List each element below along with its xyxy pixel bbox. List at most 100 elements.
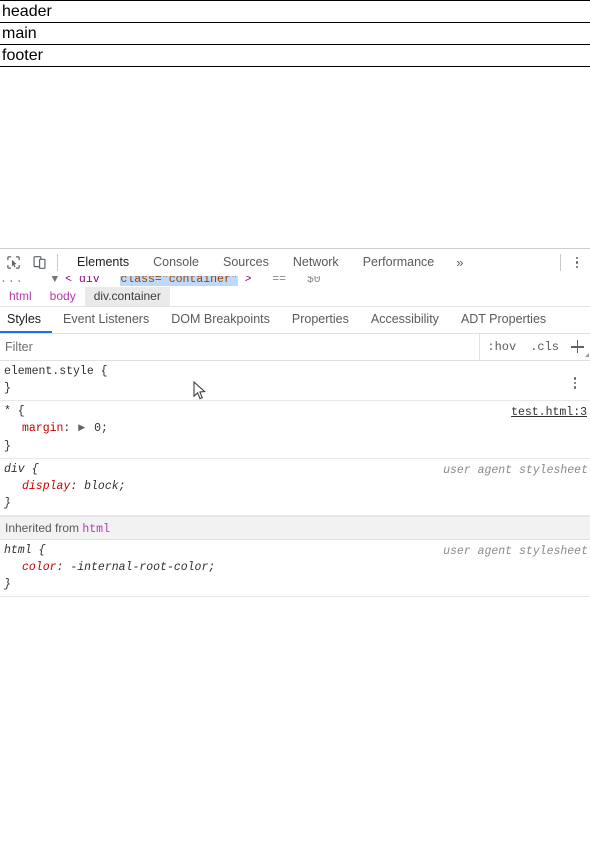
tab-accessibility[interactable]: Accessibility <box>360 307 450 333</box>
page-row-header: header <box>0 0 590 23</box>
page-row-main: main <box>0 22 590 45</box>
stylesheet-origin-label: user agent stylesheet <box>443 545 588 558</box>
tab-properties[interactable]: Properties <box>281 307 360 333</box>
rule-selector: * { <box>4 405 25 418</box>
panel-tab-list: Elements Console Sources Network Perform… <box>65 249 555 276</box>
rule-div-user-agent[interactable]: div { display: block; } user agent style… <box>0 459 590 516</box>
cls-label: .cls <box>530 340 559 354</box>
breadcrumb-item-div-container[interactable]: div.container <box>84 287 170 306</box>
tab-network[interactable]: Network <box>281 249 351 276</box>
dom-attr-value: "container" <box>161 276 238 286</box>
rule-selector: element.style { <box>4 365 108 378</box>
new-style-rule-button[interactable] <box>566 334 590 360</box>
property-value[interactable]: -internal-root-color; <box>70 561 215 574</box>
toggle-hover-state-button[interactable]: :hov <box>480 334 523 360</box>
vertical-dots-icon[interactable] <box>568 253 586 273</box>
expand-shorthand-icon[interactable]: ▶ <box>78 420 85 437</box>
stylesheet-origin-label: user agent stylesheet <box>443 464 588 477</box>
tab-label: Console <box>153 255 199 269</box>
inspect-cursor-icon <box>6 255 21 270</box>
property-name: margin <box>22 422 64 435</box>
tab-styles[interactable]: Styles <box>0 307 53 333</box>
property-colon: : <box>70 480 78 493</box>
breadcrumb-label: div.container <box>93 289 161 303</box>
rule-selector: div { <box>4 463 39 476</box>
page-viewport: header main footer <box>0 0 590 248</box>
declaration-color[interactable]: color: -internal-root-color; <box>0 559 590 576</box>
dropdown-triangle-icon <box>585 353 589 357</box>
rule-overflow-menu[interactable] <box>566 373 584 393</box>
rule-close-brace: } <box>4 497 11 510</box>
breadcrumb: html body div.container <box>0 287 590 307</box>
rule-selector-line[interactable]: * { <box>0 403 590 420</box>
property-colon: : <box>56 561 64 574</box>
styles-filter-bar: :hov .cls <box>0 333 590 361</box>
inherited-tag-name: html <box>82 523 110 536</box>
filter-input[interactable] <box>0 336 480 358</box>
toolbar-divider <box>57 254 58 271</box>
tab-label: Styles <box>7 312 42 326</box>
dom-tree-clipped-row[interactable]: ... ▼ < div class="container" > == $0 <box>0 276 590 287</box>
dom-open-angle: < <box>65 276 73 286</box>
rule-selector-line[interactable]: element.style { <box>0 363 590 380</box>
devtools-toolbar: Elements Console Sources Network Perform… <box>0 249 590 276</box>
dom-close-angle: > <box>244 276 252 286</box>
tab-label: Properties <box>291 312 349 326</box>
device-toolbar-icon <box>32 255 47 270</box>
declaration-display[interactable]: display: block; <box>0 478 590 495</box>
dom-ellipsis: ... <box>0 276 24 286</box>
tab-event-listeners[interactable]: Event Listeners <box>52 307 160 333</box>
rule-close-brace: } <box>4 440 11 453</box>
stylesheet-origin-link[interactable]: test.html:3 <box>511 404 587 421</box>
tab-label: Event Listeners <box>63 312 150 326</box>
tab-label: Network <box>292 255 339 269</box>
vertical-dots-icon <box>566 373 584 393</box>
inspect-element-button[interactable] <box>0 250 26 275</box>
dom-tag-name: div <box>78 276 100 286</box>
toggle-class-editor-button[interactable]: .cls <box>523 334 566 360</box>
inherited-section-header: Inherited from html <box>0 516 590 540</box>
dom-equals: == <box>272 276 287 286</box>
dom-console-ref: $0 <box>306 276 321 286</box>
rule-selector: html { <box>4 544 46 557</box>
toolbar-right-group <box>555 253 590 273</box>
rule-universal[interactable]: * { margin: ▶ 0; } test.html:3 <box>0 401 590 459</box>
devtools-panel: Elements Console Sources Network Perform… <box>0 248 590 866</box>
styles-rules-pane: element.style { } * { margin: ▶ 0; } tes… <box>0 361 590 866</box>
tab-elements[interactable]: Elements <box>65 249 141 276</box>
property-colon: : <box>63 422 71 435</box>
property-value[interactable]: block; <box>84 480 125 493</box>
breadcrumb-label: html <box>9 289 32 303</box>
tab-console[interactable]: Console <box>141 249 211 276</box>
rule-close-brace: } <box>4 578 11 591</box>
tab-label: ADT Properties <box>460 312 547 326</box>
tab-dom-breakpoints[interactable]: DOM Breakpoints <box>160 307 281 333</box>
breadcrumb-label: body <box>49 289 76 303</box>
chevron-double-right-icon[interactable]: » <box>446 249 473 276</box>
tab-performance[interactable]: Performance <box>351 249 447 276</box>
tab-label: Sources <box>222 255 269 269</box>
property-value[interactable]: 0; <box>94 422 108 435</box>
tab-adt-properties[interactable]: ADT Properties <box>450 307 557 333</box>
page-row-label: header <box>2 3 52 20</box>
disclosure-triangle-icon[interactable]: ▼ <box>51 276 58 286</box>
page-row-footer: footer <box>0 44 590 67</box>
rule-html-user-agent[interactable]: html { color: -internal-root-color; } us… <box>0 540 590 597</box>
declaration-margin[interactable]: margin: ▶ 0; <box>0 420 590 438</box>
sidebar-tab-list: Styles Event Listeners DOM Breakpoints P… <box>0 307 590 334</box>
more-tabs-label: » <box>456 255 464 270</box>
property-name: display <box>22 480 71 493</box>
hov-label: :hov <box>487 340 517 354</box>
property-name: color <box>22 561 57 574</box>
breadcrumb-item-html[interactable]: html <box>0 287 41 306</box>
toggle-device-toolbar-button[interactable] <box>26 250 52 275</box>
inherited-prefix: Inherited from <box>5 521 83 535</box>
page-row-label: main <box>2 25 37 42</box>
rule-element-style[interactable]: element.style { } <box>0 361 590 401</box>
dom-attr-name: class= <box>120 276 162 286</box>
tab-label: Accessibility <box>370 312 439 326</box>
breadcrumb-item-body[interactable]: body <box>41 287 85 306</box>
tab-label: DOM Breakpoints <box>171 312 270 326</box>
page-row-label: footer <box>2 47 43 64</box>
tab-sources[interactable]: Sources <box>211 249 281 276</box>
